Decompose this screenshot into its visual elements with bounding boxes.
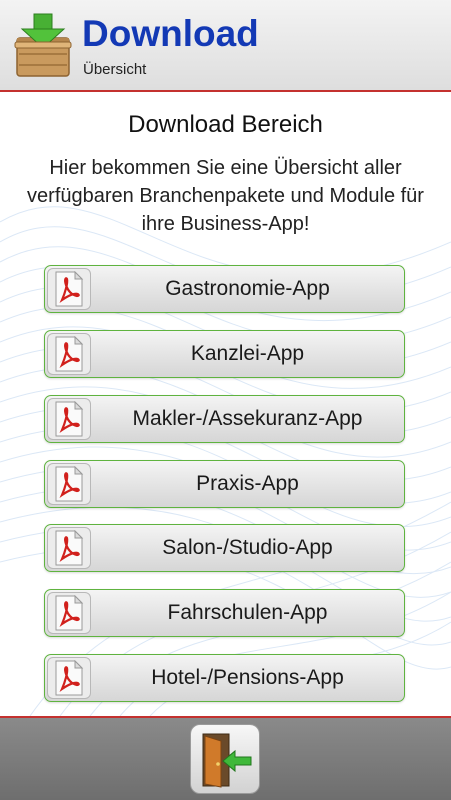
download-button-label: Hotel-/Pensions-App (151, 666, 344, 689)
download-box-icon (14, 12, 72, 78)
app-header: Download Übersicht (0, 0, 451, 92)
section-title: Download Bereich (128, 111, 323, 138)
download-button-kanzlei[interactable]: Kanzlei-App (44, 330, 405, 378)
bottom-toolbar (0, 716, 451, 800)
pdf-icon (47, 268, 91, 310)
pdf-icon (47, 592, 91, 634)
pdf-icon (47, 527, 91, 569)
page-title: Download (82, 13, 259, 54)
section-description: Hier bekommen Sie eine Übersicht aller v… (27, 157, 424, 235)
pdf-icon (47, 657, 91, 699)
download-button-fahrschulen[interactable]: Fahrschulen-App (44, 589, 405, 637)
pdf-icon (47, 333, 91, 375)
download-button-label: Praxis-App (196, 472, 299, 495)
pdf-icon (47, 398, 91, 440)
download-button-label: Makler-/Assekuranz-App (132, 407, 363, 430)
download-button-salon[interactable]: Salon-/Studio-App (44, 524, 405, 572)
download-content: Download Bereich Hier bekommen Sie eine … (0, 92, 451, 716)
download-button-praxis[interactable]: Praxis-App (44, 460, 405, 508)
download-button-label: Kanzlei-App (190, 342, 305, 365)
download-button-makler[interactable]: Makler-/Assekuranz-App (44, 395, 405, 443)
download-button-hotel[interactable]: Hotel-/Pensions-App (44, 654, 405, 702)
download-button-label: Salon-/Studio-App (162, 536, 333, 559)
exit-button[interactable] (190, 724, 260, 794)
page-subtitle: Übersicht (83, 61, 147, 78)
exit-door-icon (202, 733, 252, 788)
download-button-label: Fahrschulen-App (167, 601, 328, 624)
pdf-icon (47, 463, 91, 505)
download-button-gastronomie[interactable]: Gastronomie-App (44, 265, 405, 313)
download-button-label: Gastronomie-App (165, 277, 330, 300)
